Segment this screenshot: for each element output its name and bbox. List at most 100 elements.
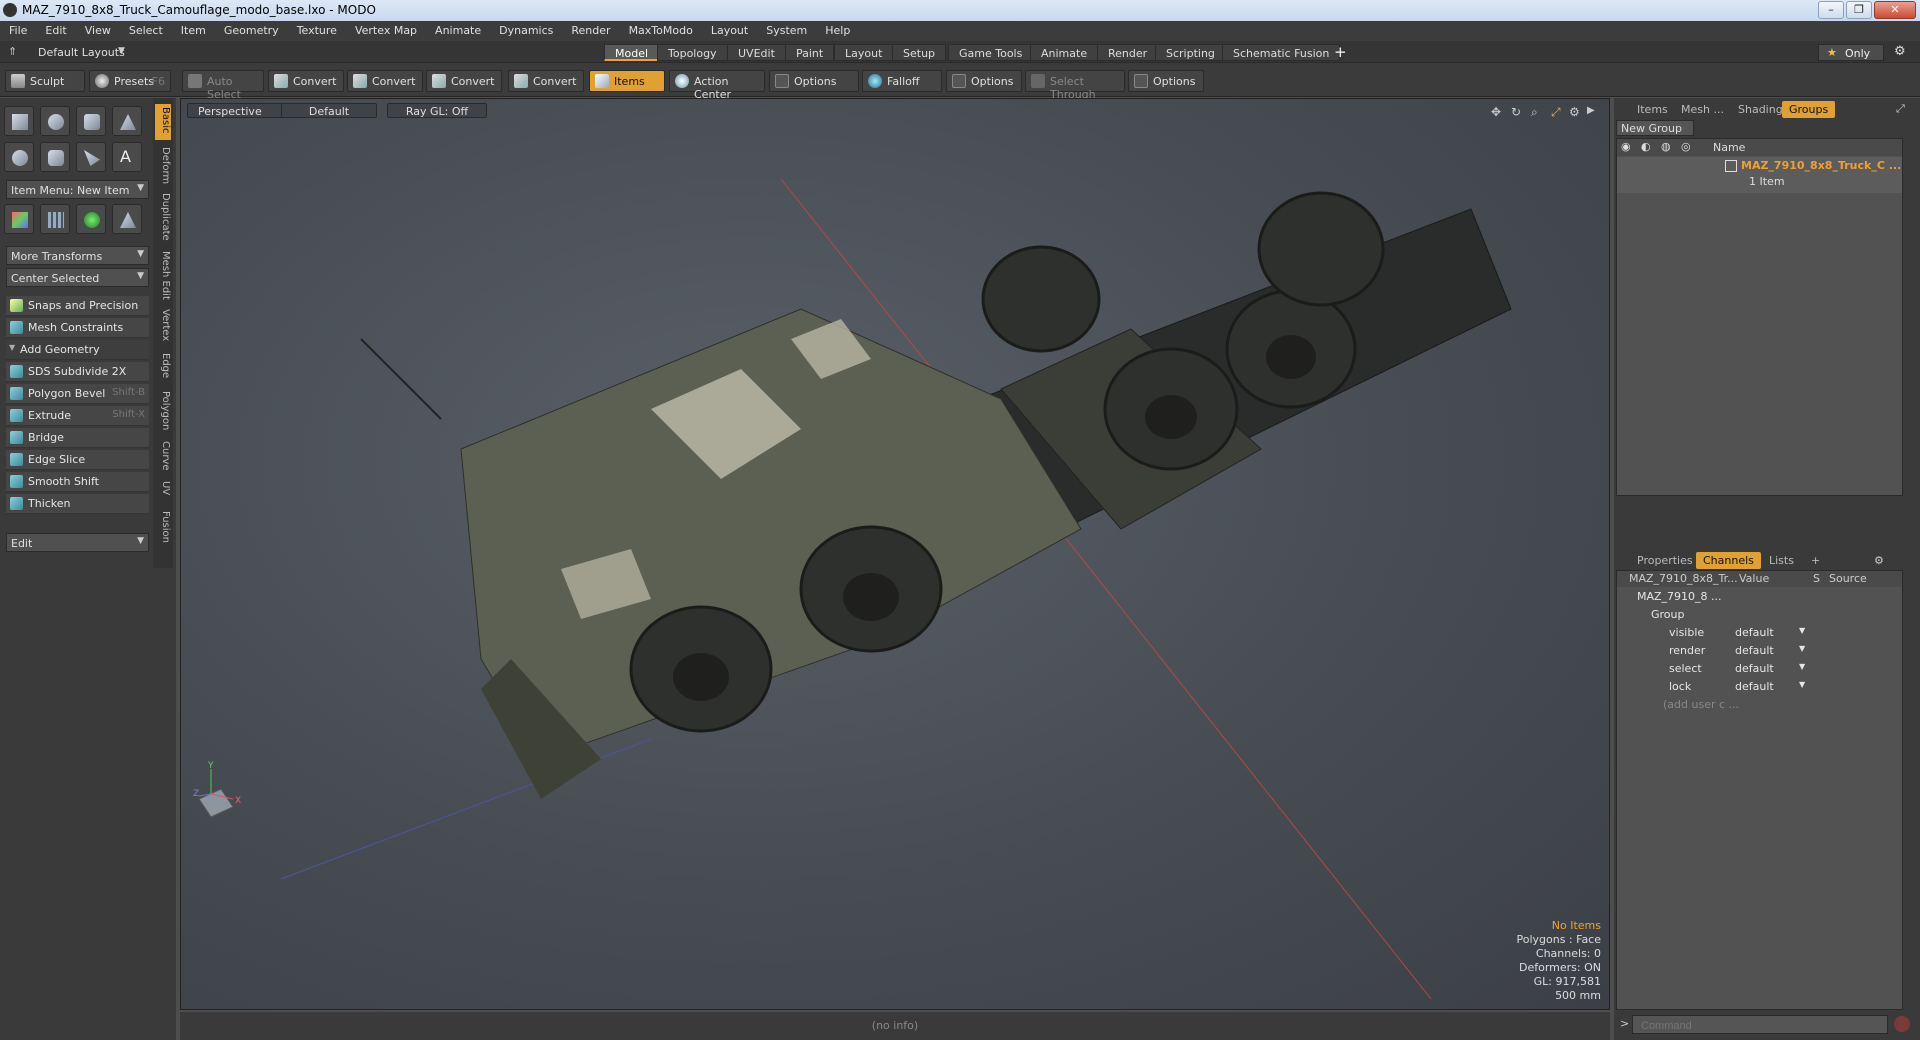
vtab-deform[interactable]: Deform (155, 144, 171, 186)
menu-layout[interactable]: Layout (702, 21, 757, 37)
menu-select[interactable]: Select (120, 21, 172, 37)
more-transforms-dropdown[interactable]: More Transforms ▼ (6, 246, 149, 265)
grid-tool-button[interactable] (40, 204, 70, 234)
tab-lists[interactable]: Lists (1762, 552, 1801, 569)
add-tab-button[interactable]: + (1334, 43, 1347, 61)
vtab-fusion[interactable]: Fusion (155, 508, 171, 548)
menu-animate[interactable]: Animate (426, 21, 490, 37)
cube-tool-button[interactable] (4, 106, 34, 136)
tab-model[interactable]: Model (604, 44, 660, 61)
channel-select-value[interactable]: default (1735, 662, 1774, 675)
channel-visible-value[interactable]: default (1735, 626, 1774, 639)
vtab-basic[interactable]: Basic (155, 104, 171, 140)
sphere-tool-button[interactable] (40, 106, 70, 136)
tool-polygon-bevel[interactable]: Polygon Bevel Shift-B (6, 384, 149, 404)
convert-vertices-button[interactable]: Convert (268, 70, 344, 92)
tab-mesh[interactable]: Mesh ... (1674, 101, 1731, 118)
command-status-icon[interactable] (1894, 1016, 1910, 1032)
items-mode-button[interactable]: Items (589, 70, 665, 92)
channel-lock-value[interactable]: default (1735, 680, 1774, 693)
vtab-vertex[interactable]: Vertex (155, 306, 171, 346)
3d-viewport[interactable]: Perspective Default Ray GL: Off ✥ ↻ ⌕ ⤢ … (180, 98, 1610, 1010)
panel-gear-icon[interactable]: ⚙ (1874, 554, 1884, 567)
chevron-down-icon[interactable]: ▼ (1799, 662, 1805, 671)
command-input[interactable] (1632, 1015, 1888, 1034)
tool-sds-subdivide[interactable]: SDS Subdivide 2X (6, 362, 149, 382)
menu-system[interactable]: System (757, 21, 816, 37)
cylinder-tool-button[interactable] (76, 106, 106, 136)
sculpt-button[interactable]: Sculpt (5, 70, 85, 92)
tool-thicken[interactable]: Thicken (6, 494, 149, 514)
menu-vertex-map[interactable]: Vertex Map (346, 21, 426, 37)
text-tool-button[interactable]: A (112, 142, 142, 172)
chevron-down-icon[interactable]: ▼ (1799, 626, 1805, 635)
pyramid-tool-button[interactable] (112, 204, 142, 234)
tool-bridge[interactable]: Bridge (6, 428, 149, 448)
tab-topology[interactable]: Topology (657, 44, 728, 61)
panel-expand-icon[interactable]: ⤢ (1896, 102, 1905, 116)
options-button-2[interactable]: Options (946, 70, 1022, 92)
tool-extrude[interactable]: Extrude Shift-X (6, 406, 149, 426)
transform-tool-button[interactable] (4, 204, 34, 234)
add-geometry-header[interactable]: ▼ Add Geometry (6, 340, 149, 360)
menu-dynamics[interactable]: Dynamics (490, 21, 562, 37)
falloff-button[interactable]: Falloff (862, 70, 942, 92)
tool-smooth-shift[interactable]: Smooth Shift (6, 472, 149, 492)
render-icon[interactable]: ◐ (1641, 140, 1651, 153)
action-center-button[interactable]: Action Center (669, 70, 765, 101)
convert-materials-button[interactable]: Convert (508, 70, 584, 92)
new-group-button[interactable]: New Group (1616, 120, 1694, 136)
torus-tool-button[interactable] (4, 142, 34, 172)
options-button-3[interactable]: Options (1128, 70, 1204, 92)
tab-properties[interactable]: Properties (1630, 552, 1700, 569)
globe-tool-button[interactable] (76, 204, 106, 234)
select-through-button[interactable]: Select Through (1025, 70, 1125, 101)
snaps-precision-button[interactable]: Snaps and Precision (6, 296, 149, 316)
tab-layout[interactable]: Layout (834, 44, 894, 61)
tab-schematic-fusion[interactable]: Schematic Fusion (1222, 44, 1341, 61)
select-icon[interactable]: ◎ (1681, 140, 1691, 153)
tab-shading[interactable]: Shading (1731, 101, 1790, 118)
options-button-1[interactable]: Options (769, 70, 859, 92)
tab-uvedit[interactable]: UVEdit (727, 44, 786, 61)
tab-groups[interactable]: Groups (1782, 101, 1836, 118)
channel-render-value[interactable]: default (1735, 644, 1774, 657)
tab-channels[interactable]: Channels (1696, 552, 1761, 569)
channel-group[interactable]: Group (1651, 608, 1685, 621)
menu-maxtomodo[interactable]: MaxToModo (620, 21, 702, 37)
pen-tool-button[interactable] (76, 142, 106, 172)
tab-animate[interactable]: Animate (1030, 44, 1099, 61)
menu-file[interactable]: File (0, 21, 36, 37)
edit-dropdown[interactable]: Edit ▼ (6, 533, 149, 552)
tab-paint[interactable]: Paint (785, 44, 835, 61)
tab-scripting[interactable]: Scripting (1155, 44, 1226, 61)
add-user-channel[interactable]: (add user c ... (1663, 698, 1739, 711)
channel-root[interactable]: MAZ_7910_8 ... (1637, 590, 1722, 603)
cone-tool-button[interactable] (112, 106, 142, 136)
center-selected-dropdown[interactable]: Center Selected ▼ (6, 268, 149, 287)
menu-geometry[interactable]: Geometry (215, 21, 288, 37)
only-toggle[interactable]: ★ Only (1818, 44, 1884, 61)
vtab-uv[interactable]: UV (155, 478, 171, 504)
vtab-duplicate[interactable]: Duplicate (155, 190, 171, 244)
capsule-tool-button[interactable] (40, 142, 70, 172)
default-layouts-dropdown[interactable]: Default Layouts (38, 46, 125, 59)
tab-game-tools[interactable]: Game Tools (948, 44, 1034, 61)
item-menu-dropdown[interactable]: Item Menu: New Item ▼ (6, 180, 149, 199)
tool-edge-slice[interactable]: Edge Slice (6, 450, 149, 470)
convert-polygons-button[interactable]: Convert (426, 70, 502, 92)
tab-setup[interactable]: Setup (892, 44, 947, 61)
menu-item[interactable]: Item (172, 21, 215, 37)
minimize-button[interactable]: – (1818, 1, 1844, 19)
auto-select-button[interactable]: Auto Select (182, 70, 264, 101)
maximize-button[interactable]: ❐ (1846, 1, 1872, 19)
mesh-constraints-button[interactable]: Mesh Constraints (6, 318, 149, 338)
eye-icon[interactable]: ◉ (1621, 140, 1631, 153)
close-button[interactable]: ✕ (1874, 1, 1916, 19)
tab-render[interactable]: Render (1097, 44, 1159, 61)
menu-texture[interactable]: Texture (288, 21, 346, 37)
group-row[interactable]: MAZ_7910_8x8_Truck_C ... 1 Item (1617, 157, 1902, 193)
vtab-mesh-edit[interactable]: Mesh Edit (155, 248, 171, 302)
menu-help[interactable]: Help (816, 21, 859, 37)
chevron-down-icon[interactable]: ▼ (1799, 680, 1805, 689)
